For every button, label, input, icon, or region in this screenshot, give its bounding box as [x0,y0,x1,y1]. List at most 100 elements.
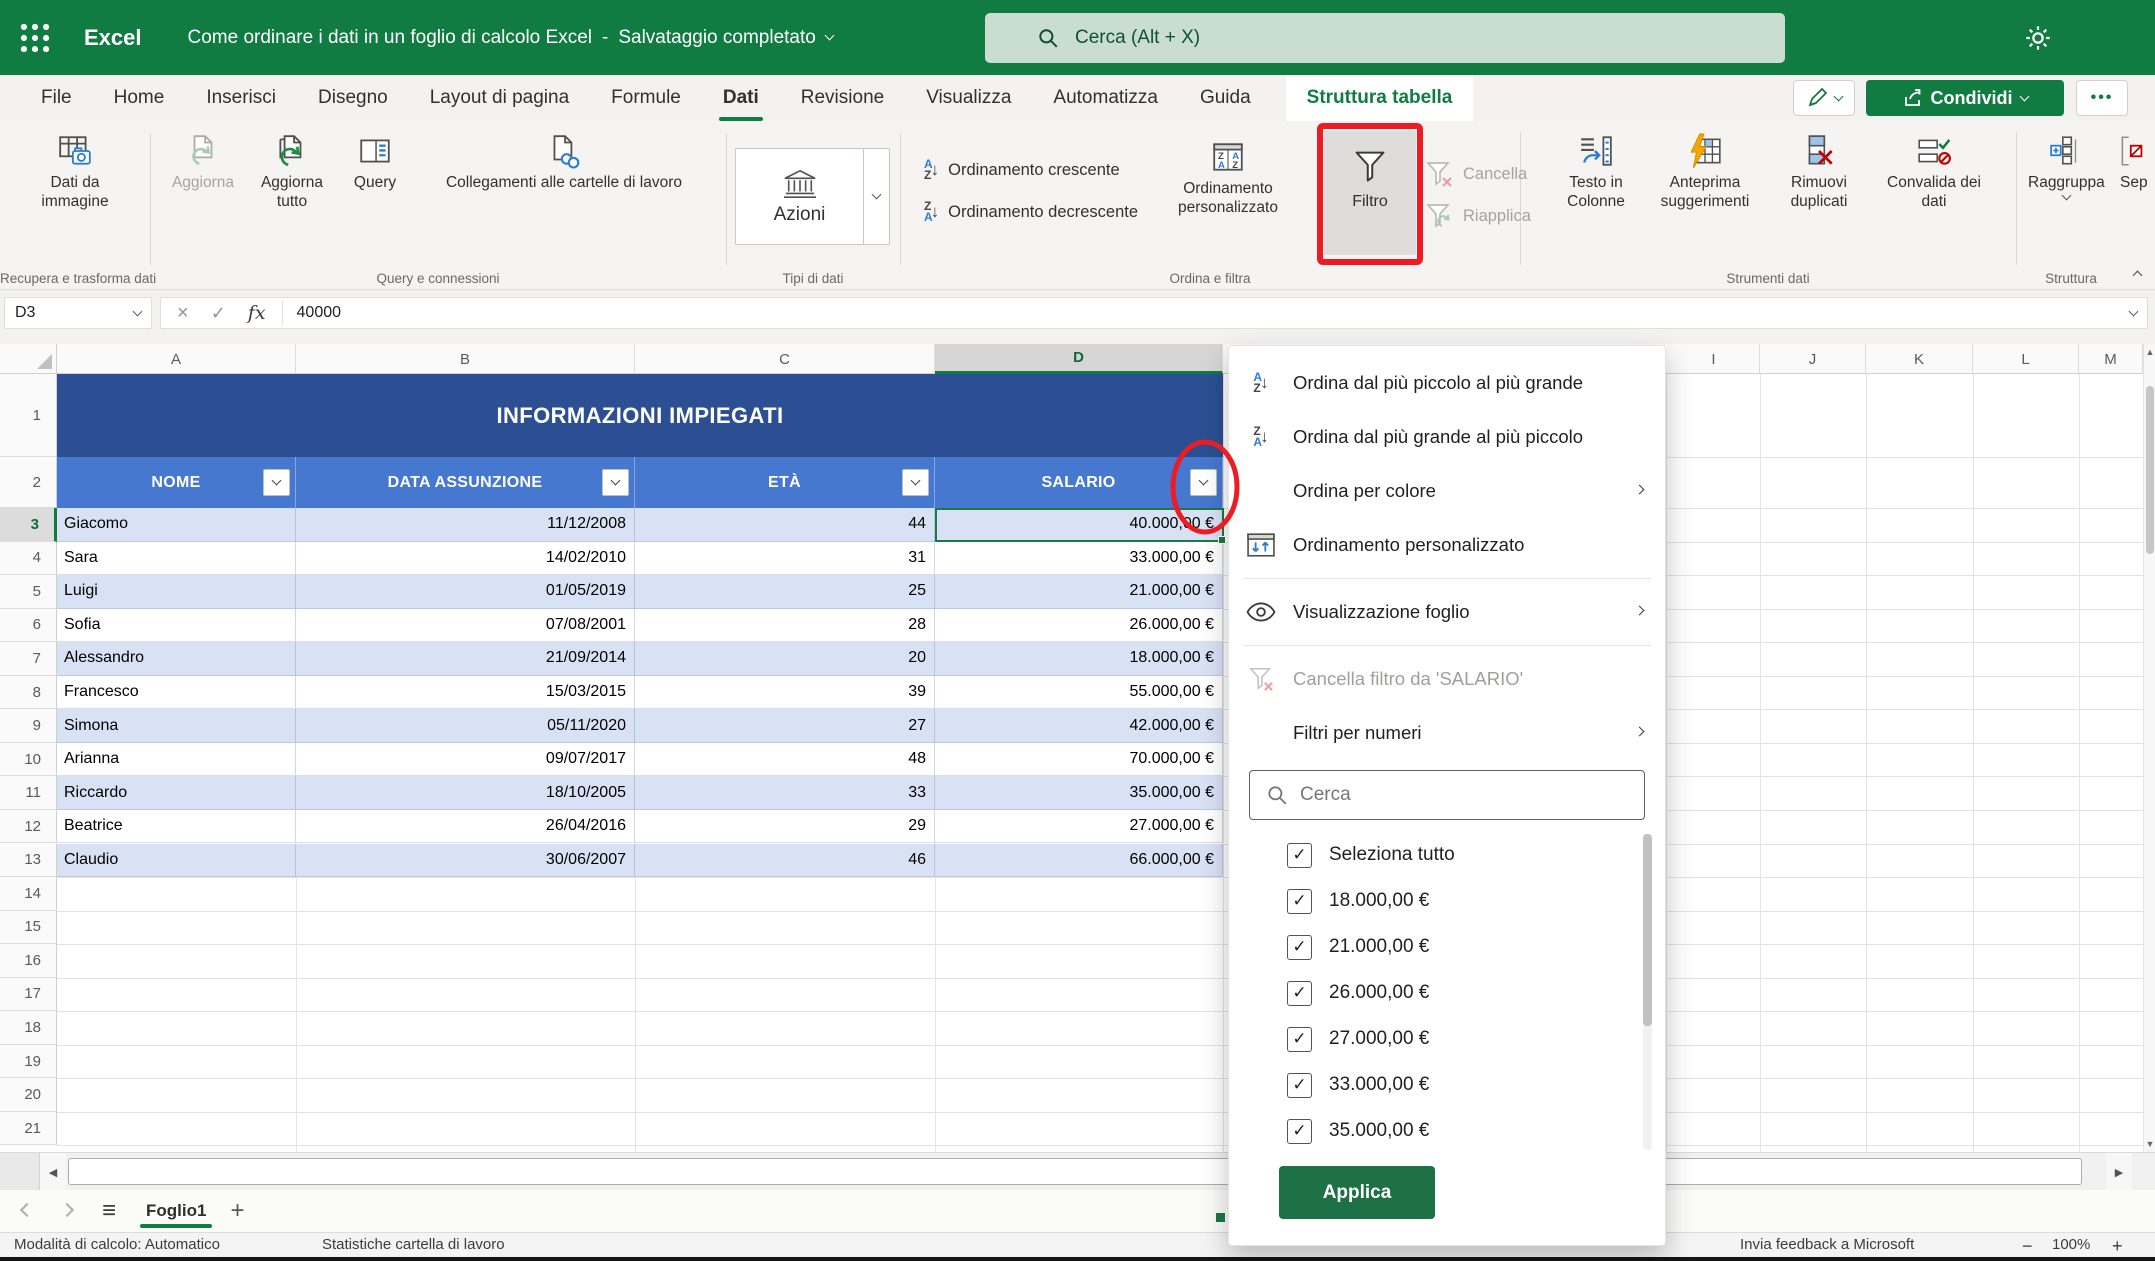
ribbon-overflow-button[interactable]: ••• [2076,80,2128,116]
row-header-20[interactable]: 20 [0,1078,57,1112]
filter-checkbox-item[interactable]: ✓ 18.000,00 € [1229,878,1665,924]
row-header-21[interactable]: 21 [0,1111,57,1146]
column-header-M[interactable]: M [2079,344,2143,374]
add-sheet-icon[interactable]: + [230,1197,244,1225]
row-header-17[interactable]: 17 [0,977,57,1012]
collapse-ribbon-icon[interactable] [2132,270,2143,281]
filter-button[interactable]: Filtro [1324,131,1416,255]
scroll-left-icon[interactable]: ◀ [40,1153,66,1191]
table-cell-date[interactable]: 01/05/2019 [296,575,635,609]
table-cell-name[interactable]: Alessandro [57,642,296,676]
table-cell-name[interactable]: Sara [57,541,296,576]
text-to-columns-button[interactable]: Testo in Colonne [1550,121,1642,289]
table-cell-age[interactable]: 33 [635,776,935,810]
table-cell-salary[interactable]: 18.000,00 € [935,642,1223,676]
clear-filter-button[interactable]: Cancella [1424,159,1527,189]
table-cell-name[interactable]: Francesco [57,675,296,710]
tab-layout-di-pagina[interactable]: Layout di pagina [409,75,590,121]
row-header-15[interactable]: 15 [0,910,57,945]
column-header-D[interactable]: D [935,344,1223,374]
table-cell-name[interactable]: Claudio [57,843,296,878]
table-cell-name[interactable]: Arianna [57,742,296,777]
filter-checkbox-item[interactable]: ✓ 35.000,00 € [1229,1108,1665,1154]
group-button[interactable]: Raggruppa [2028,121,2105,201]
document-title[interactable]: Come ordinare i dati in un foglio di cal… [188,27,835,49]
table-resize-handle[interactable] [1216,1213,1225,1222]
filter-checkbox-item[interactable]: ✓ 26.000,00 € [1229,970,1665,1016]
vertical-scrollbar[interactable]: ▲ ▼ [2143,344,2155,1152]
list-scrollbar-thumb[interactable] [1643,834,1652,1026]
app-name[interactable]: Excel [84,25,142,51]
send-feedback-link[interactable]: Invia feedback a Microsoft [1740,1236,1914,1253]
zoom-in-icon[interactable]: + [2112,1236,2123,1257]
table-cell-salary[interactable]: 35.000,00 € [935,776,1223,810]
filter-dropdown-button-salario[interactable] [1190,469,1217,496]
checkbox-checked-icon[interactable]: ✓ [1287,1118,1312,1144]
row-header-10[interactable]: 10 [0,742,57,777]
tab-file[interactable]: File [20,75,93,121]
filter-checkbox-item[interactable]: ✓ 27.000,00 € [1229,1016,1665,1062]
table-cell-age[interactable]: 46 [635,843,935,878]
row-header-16[interactable]: 16 [0,944,57,978]
table-cell-date[interactable]: 14/02/2010 [296,541,635,576]
checkbox-checked-icon[interactable]: ✓ [1287,842,1312,868]
remove-duplicates-button[interactable]: Rimuovi duplicati [1768,121,1870,289]
column-header-C[interactable]: C [635,344,935,374]
row-header-11[interactable]: 11 [0,776,57,810]
editing-mode-button[interactable] [1793,80,1855,116]
table-cell-salary[interactable]: 66.000,00 € [935,843,1223,878]
horizontal-scrollbar-thumb[interactable] [68,1158,2082,1185]
custom-sort-button[interactable]: ZAAZ Ordinamento personalizzato [1178,127,1278,217]
formula-value[interactable]: 40000 [283,304,342,322]
refresh-all-button[interactable]: Aggiorna tutto [248,121,336,289]
calc-mode-status[interactable]: Modalità di calcolo: Automatico [14,1236,220,1253]
column-header-J[interactable]: J [1760,344,1866,374]
workbook-statistics[interactable]: Statistiche cartella di lavoro [322,1236,505,1253]
filter-checkbox-item[interactable]: ✓ 21.000,00 € [1229,924,1665,970]
column-header-B[interactable]: B [296,344,635,374]
sort-descending-button[interactable]: Z A ↓ Ordinamento decrescente [924,200,1138,223]
select-all-corner[interactable] [0,344,57,374]
settings-gear-icon[interactable] [2022,22,2054,54]
table-cell-age[interactable]: 31 [635,541,935,576]
tab-disegno[interactable]: Disegno [297,75,409,121]
column-header-K[interactable]: K [1866,344,1973,374]
next-sheet-icon[interactable] [54,1202,80,1220]
actions-split-button[interactable]: Azioni [735,148,890,245]
column-header-A[interactable]: A [57,344,296,374]
table-cell-date[interactable]: 30/06/2007 [296,843,635,878]
menu-item-sort-smallest-largest[interactable]: A Z ↓ Ordina dal più piccolo al più grande [1229,356,1665,410]
insert-function-icon[interactable]: fx [248,302,266,324]
filter-dropdown-button-età[interactable] [902,469,929,496]
refresh-button[interactable]: Aggiorna [164,121,242,289]
filter-checkbox-item[interactable]: ✓ 33.000,00 € [1229,1062,1665,1108]
table-cell-age[interactable]: 20 [635,642,935,676]
row-header-5[interactable]: 5 [0,575,57,609]
menu-item-sheet-view[interactable]: Visualizzazione foglio [1229,585,1665,639]
checkbox-checked-icon[interactable]: ✓ [1287,934,1312,960]
menu-item-number-filters[interactable]: Filtri per numeri [1229,706,1665,760]
previous-sheet-icon[interactable] [14,1202,40,1220]
filter-search-box[interactable] [1249,770,1645,820]
query-button[interactable]: Query [342,121,408,289]
table-cell-name[interactable]: Beatrice [57,809,296,844]
search-input[interactable] [1075,27,1675,49]
formula-bar-expand-icon[interactable] [2128,306,2139,316]
share-button[interactable]: Condividi [1866,80,2064,116]
menu-item-clear-filter[interactable]: Cancella filtro da 'SALARIO' [1229,652,1665,706]
table-cell-age[interactable]: 39 [635,675,935,710]
row-header-14[interactable]: 14 [0,877,57,911]
scroll-right-icon[interactable]: ▶ [2106,1153,2132,1191]
reapply-filter-button[interactable]: Riapplica [1424,201,1531,231]
row-header-8[interactable]: 8 [0,675,57,710]
confirm-entry-icon[interactable]: ✓ [211,303,226,324]
table-cell-name[interactable]: Sofia [57,608,296,643]
row-header-7[interactable]: 7 [0,642,57,676]
vertical-scrollbar-thumb[interactable] [2146,386,2154,554]
sheet-list-icon[interactable]: ≡ [102,1197,116,1225]
apply-button[interactable]: Applica [1279,1166,1435,1219]
zoom-out-icon[interactable]: − [2022,1236,2033,1257]
menu-item-custom-sort[interactable]: Ordinamento personalizzato [1229,518,1665,572]
row-header-13[interactable]: 13 [0,843,57,878]
row-header-6[interactable]: 6 [0,608,57,643]
